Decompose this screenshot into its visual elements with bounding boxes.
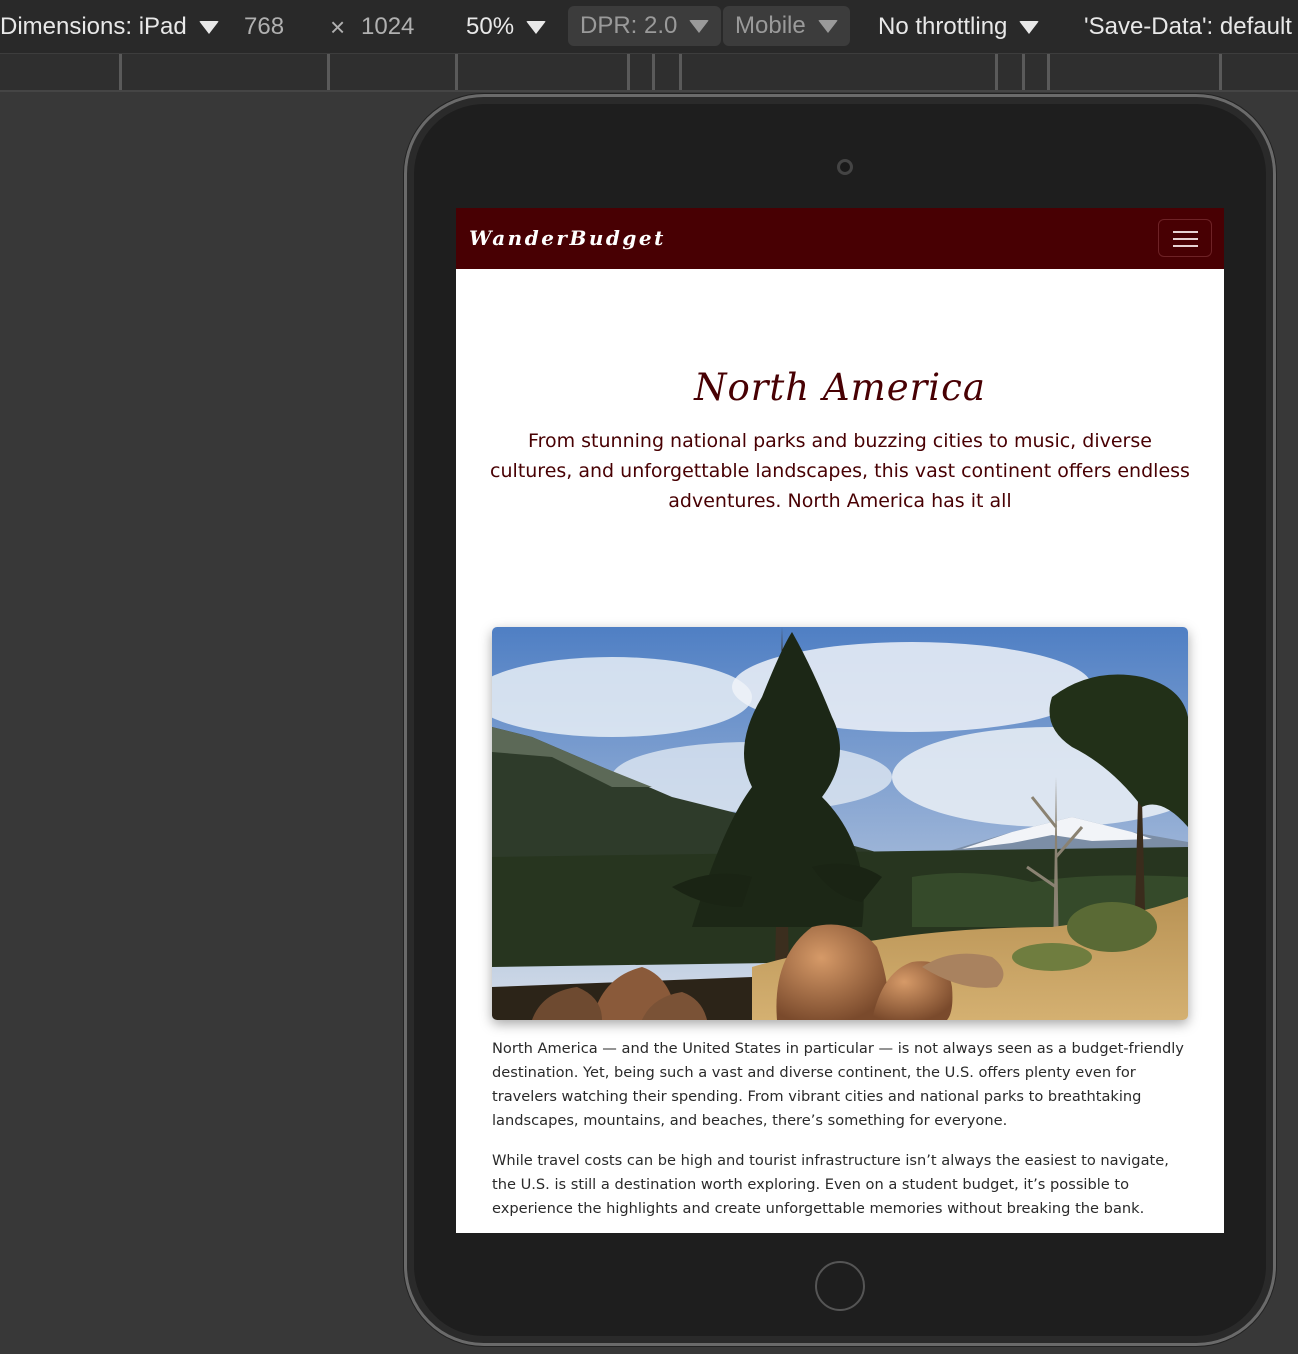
dpr-label: DPR: 2.0 <box>580 12 678 39</box>
device-type-label: Mobile <box>735 12 806 39</box>
width-input[interactable]: 768 <box>244 0 284 54</box>
media-query-marker[interactable] <box>327 54 330 90</box>
chevron-down-icon <box>1019 21 1040 35</box>
chevron-down-icon <box>817 20 838 34</box>
media-query-marker[interactable] <box>1219 54 1222 90</box>
page-title: North America <box>694 366 986 409</box>
camera-icon <box>837 159 853 175</box>
throttling-dropdown[interactable]: No throttling <box>878 0 1040 54</box>
media-query-marker[interactable] <box>455 54 458 90</box>
chevron-down-icon <box>526 21 547 35</box>
hero-landscape-image <box>492 627 1188 1020</box>
device-toolbar: Dimensions: iPad 768 × 1024 50% DPR: 2.0… <box>0 0 1298 54</box>
device-type-dropdown[interactable]: Mobile <box>723 6 850 46</box>
hamburger-menu-icon <box>1173 238 1198 240</box>
device-dimensions-label: Dimensions: iPad <box>0 13 187 40</box>
chevron-down-icon <box>198 21 219 35</box>
media-query-marker[interactable] <box>119 54 122 90</box>
device-dimensions-dropdown[interactable]: Dimensions: iPad <box>0 0 219 54</box>
dimension-separator: × <box>330 12 346 42</box>
hero-subtitle: From stunning national parks and buzzing… <box>490 430 1190 512</box>
device-screen: WanderBudget North America From stunning… <box>456 208 1224 1233</box>
home-button-icon <box>815 1261 865 1311</box>
media-query-marker[interactable] <box>627 54 630 90</box>
hamburger-menu-icon <box>1173 231 1198 233</box>
chevron-down-icon <box>689 20 710 34</box>
media-query-marker[interactable] <box>1047 54 1050 90</box>
save-data-label: 'Save-Data': default <box>1084 13 1292 40</box>
dpr-dropdown[interactable]: DPR: 2.0 <box>568 6 722 46</box>
intro-paragraph-2: While travel costs can be high and touri… <box>492 1152 1169 1217</box>
site-navbar: WanderBudget <box>456 208 1224 269</box>
save-data-dropdown[interactable]: 'Save-Data': default <box>1084 0 1292 54</box>
hamburger-menu-icon <box>1173 245 1198 247</box>
height-input[interactable]: 1024 <box>361 0 414 54</box>
zoom-dropdown[interactable]: 50% <box>466 0 547 54</box>
throttling-label: No throttling <box>878 13 1008 40</box>
media-query-marker[interactable] <box>1022 54 1025 90</box>
navbar-toggler-button[interactable] <box>1158 219 1212 257</box>
media-query-marker[interactable] <box>679 54 682 90</box>
media-query-marker[interactable] <box>652 54 655 90</box>
zoom-label: 50% <box>466 13 515 40</box>
intro-paragraph: North America — and the United States in… <box>492 1040 1184 1129</box>
media-query-marker[interactable] <box>995 54 998 90</box>
media-query-bar[interactable] <box>0 54 1298 92</box>
site-brand-logo[interactable]: WanderBudget <box>469 208 666 269</box>
